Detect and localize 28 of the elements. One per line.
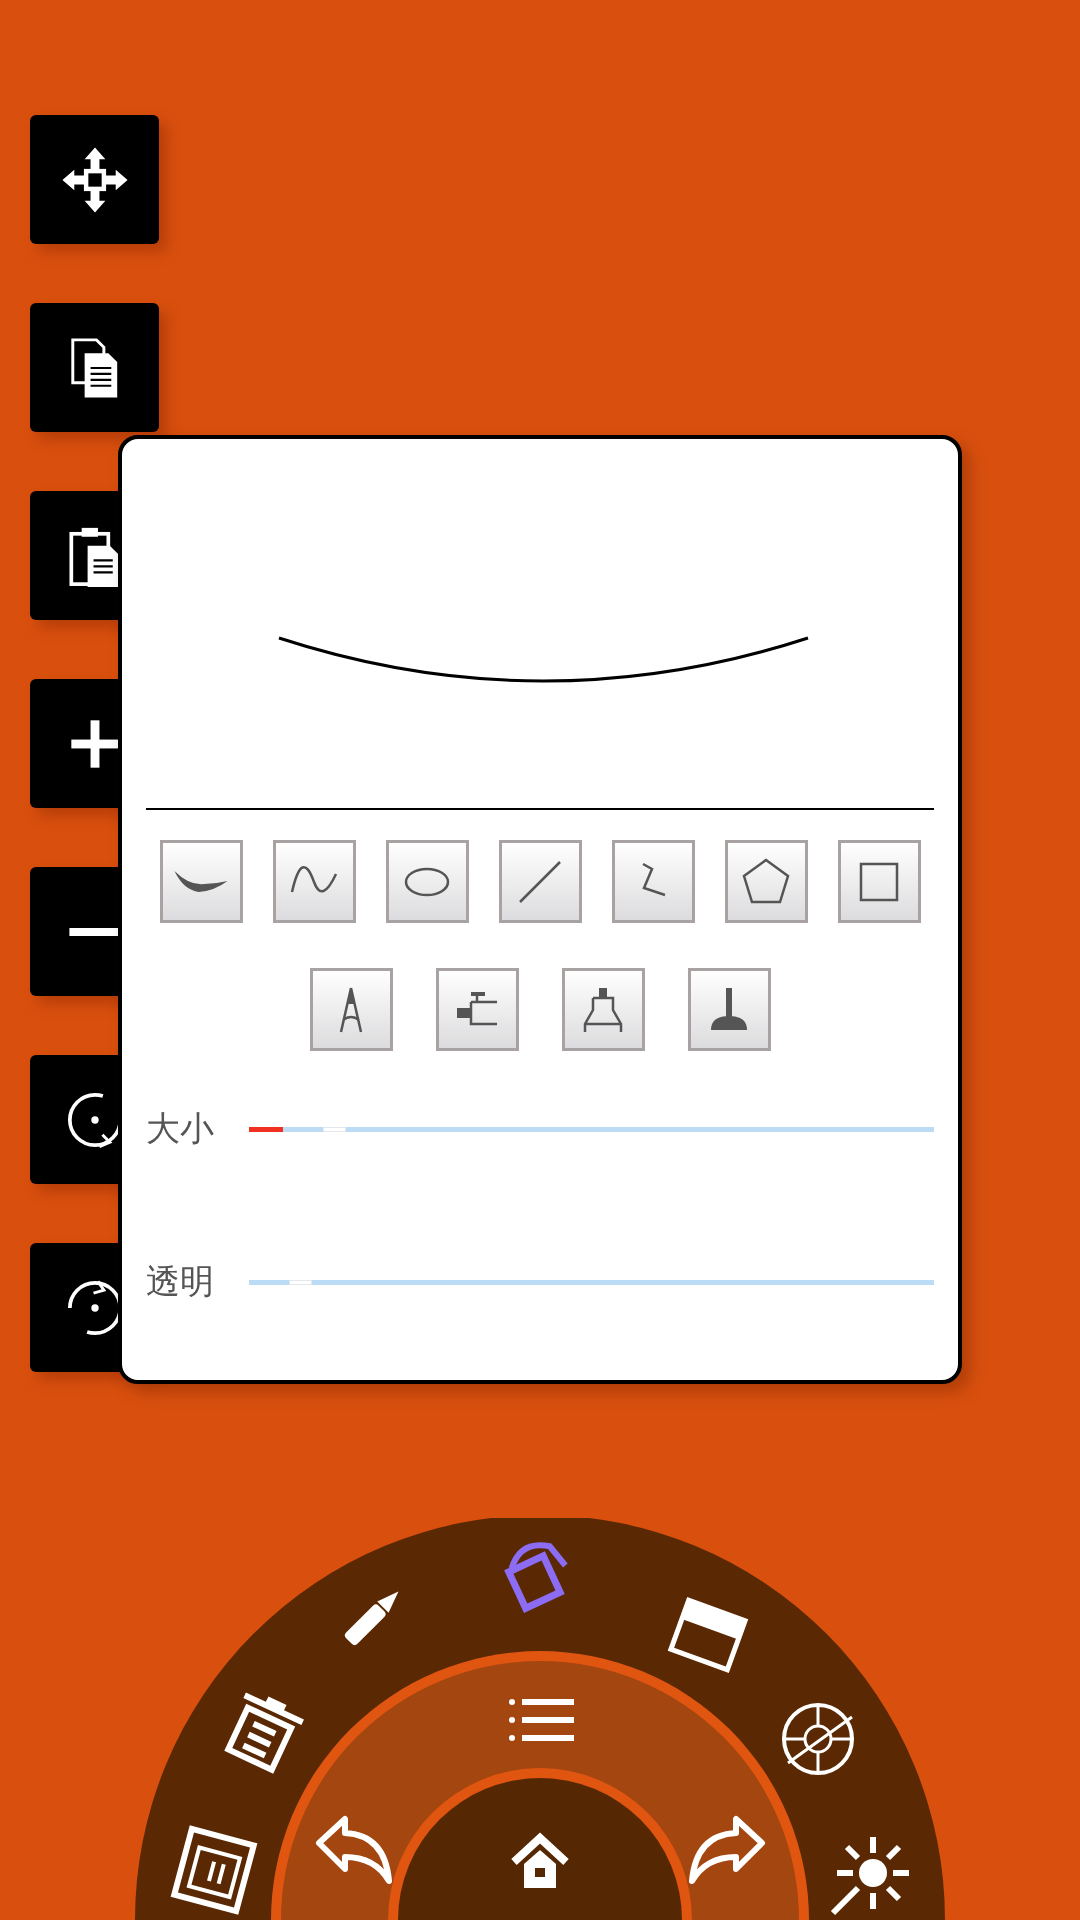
slider-label: 透明 <box>146 1260 215 1303</box>
slider-thumb[interactable] <box>289 1279 312 1285</box>
slider-track[interactable] <box>249 1279 934 1285</box>
list-icon[interactable] <box>509 1699 577 1741</box>
brush-button[interactable] <box>385 840 469 923</box>
slider-label: 大小 <box>146 1107 215 1150</box>
undo-icon[interactable] <box>316 1816 392 1884</box>
slider-track[interactable] <box>249 1126 934 1132</box>
paint-bucket-icon[interactable] <box>504 1542 568 1613</box>
brush-button[interactable] <box>724 840 808 923</box>
brush-button[interactable] <box>272 840 356 923</box>
brush-button[interactable] <box>309 968 393 1051</box>
brush-button[interactable] <box>435 968 519 1051</box>
redo-icon[interactable] <box>689 1816 765 1884</box>
brush-button[interactable] <box>687 968 771 1051</box>
brush-stroke-icon <box>174 871 228 892</box>
tool-button[interactable] <box>30 115 159 244</box>
brush-button[interactable] <box>561 968 645 1051</box>
eraser-icon[interactable] <box>667 1597 749 1673</box>
home-icon[interactable] <box>511 1832 569 1888</box>
brush-button[interactable] <box>837 840 921 923</box>
tool-button[interactable] <box>30 303 159 432</box>
sun-icon[interactable] <box>830 1834 912 1916</box>
brush-button[interactable] <box>159 840 243 923</box>
document-icon[interactable] <box>170 1825 258 1915</box>
trash-icon[interactable] <box>224 1692 306 1774</box>
color-wheel-icon[interactable] <box>782 1703 854 1775</box>
pencil-icon[interactable] <box>343 1591 399 1647</box>
